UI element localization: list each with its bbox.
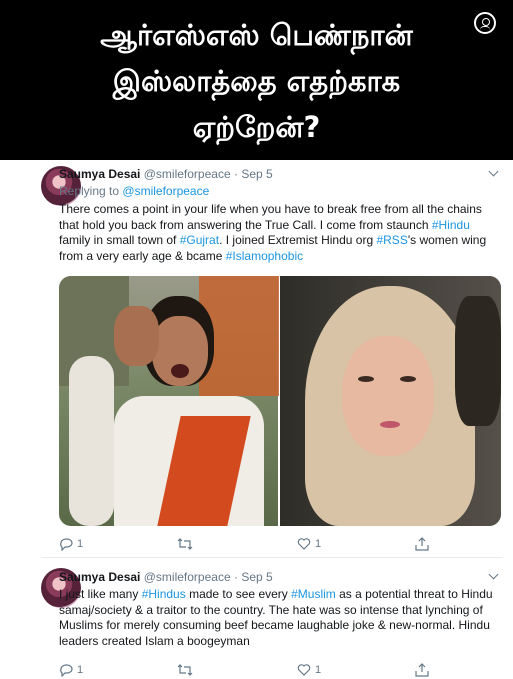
reply-count: 1: [77, 664, 84, 676]
hashtag-hindus[interactable]: #Hindus: [142, 587, 186, 601]
tweet-text: There comes a point in your life when yo…: [59, 202, 504, 264]
retweet-action[interactable]: [177, 663, 197, 677]
hashtag-islamophobic[interactable]: #Islamophobic: [226, 249, 303, 263]
reply-icon[interactable]: [59, 663, 73, 677]
like-count: 1: [315, 538, 322, 550]
media-photo-right[interactable]: [280, 276, 501, 526]
heart-icon[interactable]: [297, 663, 311, 677]
hashtag-muslim[interactable]: #Muslim: [291, 587, 336, 601]
tweet-2[interactable]: Saumya Desai @smileforpeace · Sep 5 I ju…: [0, 568, 513, 677]
tweet-header: Saumya Desai @smileforpeace · Sep 5: [59, 167, 273, 181]
hashtag-gujrat[interactable]: #Gujrat: [180, 233, 219, 247]
text-segment: made to see every: [185, 587, 292, 601]
user-mark-icon: [474, 12, 496, 34]
reply-action[interactable]: 1: [59, 537, 83, 551]
headline-line-1: ஆர்எஸ்எஸ் பெண்நான்: [100, 18, 413, 52]
headline-line-3: ஏற்றேன்?: [192, 110, 321, 144]
author-handle[interactable]: @smileforpeace: [144, 167, 231, 181]
author-name[interactable]: Saumya Desai: [59, 167, 140, 181]
hashtag-rss[interactable]: #RSS: [376, 233, 407, 247]
share-action[interactable]: [415, 663, 429, 677]
like-action[interactable]: 1: [297, 537, 321, 551]
replying-label: Replying to: [59, 184, 120, 198]
tweet-actions: 1 1: [59, 663, 479, 679]
author-handle[interactable]: @smileforpeace: [144, 570, 231, 584]
text-segment: . I joined Extremist Hindu org: [219, 233, 377, 247]
tweet-media[interactable]: [59, 276, 501, 526]
like-action[interactable]: 1: [297, 663, 321, 677]
separator: ·: [233, 167, 238, 181]
text-segment: There comes a point in your life when yo…: [59, 202, 482, 232]
tweet-header: Saumya Desai @smileforpeace · Sep 5: [59, 570, 273, 584]
headline-banner: ஆர்எஸ்எஸ் பெண்நான் இஸ்லாத்தை எதற்காக ஏற்…: [0, 0, 513, 160]
tweet-divider: [41, 557, 503, 558]
like-count: 1: [315, 664, 322, 676]
hashtag-hindu[interactable]: #Hindu: [432, 218, 470, 232]
replying-handle[interactable]: @smileforpeace: [122, 184, 209, 198]
retweet-icon[interactable]: [177, 537, 193, 551]
tweet-date[interactable]: Sep 5: [241, 570, 272, 584]
text-segment: family in small town of: [59, 233, 180, 247]
share-icon[interactable]: [415, 537, 429, 551]
chevron-down-icon[interactable]: [488, 166, 499, 177]
share-action[interactable]: [415, 537, 429, 551]
reply-icon[interactable]: [59, 537, 73, 551]
chevron-down-icon[interactable]: [488, 569, 499, 580]
retweet-icon[interactable]: [177, 663, 193, 677]
tweet-1[interactable]: Saumya Desai @smileforpeace · Sep 5 Repl…: [0, 166, 513, 556]
media-photo-left[interactable]: [59, 276, 279, 526]
text-segment: I just like many: [59, 587, 142, 601]
heart-icon[interactable]: [297, 537, 311, 551]
share-icon[interactable]: [415, 663, 429, 677]
reply-action[interactable]: 1: [59, 663, 83, 677]
tweet-text: I just like many #Hindus made to see eve…: [59, 587, 504, 649]
reply-count: 1: [77, 538, 84, 550]
tweet-date[interactable]: Sep 5: [241, 167, 272, 181]
author-name[interactable]: Saumya Desai: [59, 570, 140, 584]
separator: ·: [233, 570, 238, 584]
tweet-actions: 1 1: [59, 537, 479, 553]
headline-line-2: இஸ்லாத்தை எதற்காக: [112, 64, 401, 98]
replying-to: Replying to @smileforpeace: [59, 184, 209, 198]
retweet-action[interactable]: [177, 537, 197, 551]
